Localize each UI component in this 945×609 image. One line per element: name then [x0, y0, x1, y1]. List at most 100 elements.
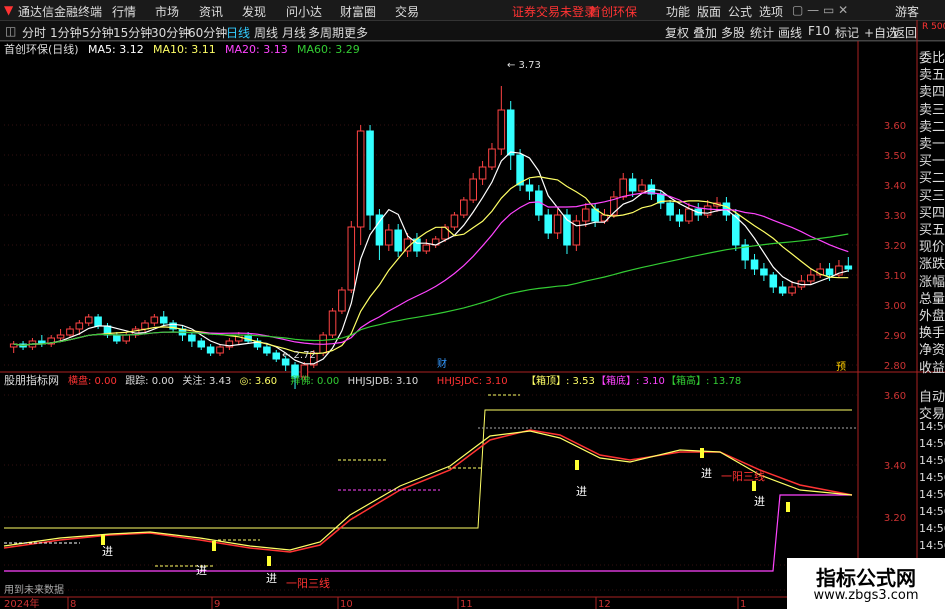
candle-body: [206, 346, 215, 354]
candle-body: [478, 166, 487, 180]
candle-body: [159, 316, 168, 324]
candle-body: [460, 199, 468, 216]
y-tick-top-5: 3.10: [884, 271, 906, 282]
candle-body: [788, 286, 796, 294]
y-tick-bottom-0: 3.60: [884, 391, 906, 402]
y-tick-bottom-2: 3.20: [884, 513, 906, 524]
box-top-line: [4, 409, 852, 529]
sidebar-item-8: 买三: [919, 188, 945, 204]
signal-bar: [267, 556, 271, 566]
indicator-lines: [3, 394, 858, 572]
indicator-legend-8: 【箱底】: 3.10: [596, 374, 665, 387]
finance-marker-icon[interactable]: 财: [437, 357, 447, 370]
sidebar-item-18: 收益: [919, 360, 945, 376]
sidebar-item-17: 净资: [919, 343, 945, 359]
candle-body: [263, 346, 271, 354]
candle-body: [75, 322, 84, 330]
candle-body: [122, 334, 131, 342]
candle-body: [825, 268, 834, 276]
signal-bar: [101, 535, 105, 545]
candle-body: [628, 178, 637, 192]
candle-body: [394, 229, 402, 252]
enter-signal-label: 进: [102, 545, 113, 558]
forecast-marker-icon[interactable]: 预: [836, 361, 846, 373]
sidebar-item-13: 涨幅: [919, 274, 945, 290]
sidebar-item-15: 外盘: [919, 309, 945, 324]
sidebar-item-11: 现价: [919, 240, 945, 256]
chart-area: 3.60 3.50 3.40 3.30 3.20 3.10 3.00 2.90 2.80 3.60…: [0, 20, 945, 609]
candle-body: [750, 259, 759, 270]
candle-body: [516, 154, 524, 186]
sidebar-item-3: 卖三: [919, 102, 945, 118]
indicator-title: 股朋指标网: [4, 373, 59, 387]
candle-body: [844, 265, 853, 270]
candle-body: [84, 316, 93, 324]
candle-body: [56, 334, 65, 339]
signal-bar: [575, 460, 579, 470]
candle-body: [807, 274, 815, 282]
candle-body: [497, 109, 506, 150]
candle-body: [347, 226, 356, 291]
candle-body: [422, 244, 431, 252]
low-price-label: ← 2.72: [282, 350, 316, 361]
y-tick-top-1: 3.50: [884, 151, 906, 162]
candle-body: [197, 340, 206, 348]
candle-body: [113, 334, 121, 342]
indicator-legend-4: 拜佛: 0.00: [290, 374, 339, 387]
candle-body: [356, 130, 365, 228]
y-tick-bottom-1: 3.40: [884, 461, 906, 472]
indicator-legend-6: HHJSJDC: 3.10: [437, 376, 508, 387]
high-price-label: ← 3.73: [507, 60, 541, 71]
candle-body: [188, 334, 196, 342]
x-axis-month-2: 10: [340, 599, 353, 609]
candle-body: [685, 208, 693, 222]
sidebar-item-9: 买四: [919, 205, 945, 221]
sidebar-bottom-item-5: 14:56: [919, 471, 945, 484]
pattern-label: 一阳三线: [721, 469, 765, 483]
sidebar-item-16: 换手: [919, 326, 945, 342]
ma-legend-2: MA20: 3.13: [225, 43, 288, 56]
sidebar-bottom-item-9: 14:56: [919, 539, 945, 552]
candle-body: [525, 184, 534, 192]
sidebar-item-2: 卖四: [919, 85, 945, 101]
x-axis-month-4: 12: [598, 599, 611, 609]
ma-legend-3: MA60: 3.29: [297, 43, 360, 56]
watermark: 指标公式网 www.zbgs3.com: [787, 558, 945, 609]
sidebar-bottom-item-8: 14:56: [919, 522, 945, 535]
enter-signal-label: 进: [266, 572, 277, 585]
enter-signal-label: 进: [701, 467, 712, 480]
indicator-legend-5: HHJSJDB: 3.10: [348, 376, 419, 387]
ma20-line: [13, 192, 849, 347]
indicator-legend-3: ◎: 3.60: [240, 376, 278, 387]
sidebar-bottom-item-6: 14:56: [919, 488, 945, 501]
y-tick-top-2: 3.40: [884, 181, 906, 192]
ma-legend-1: MA10: 3.11: [153, 43, 216, 56]
candle-body: [778, 286, 787, 294]
y-tick-top-6: 3.00: [884, 301, 906, 312]
candle-body: [581, 208, 590, 222]
candle-body: [272, 352, 281, 360]
watermark-title: 指标公式网: [816, 566, 916, 590]
sidebar-item-7: 买二: [919, 171, 945, 187]
candle-body: [66, 328, 74, 336]
candle-body: [366, 130, 374, 216]
pattern-label: 一阳三线: [286, 576, 330, 590]
x-axis-month-5: 1: [740, 599, 746, 609]
candle-body: [506, 109, 515, 156]
indicator-legend-2: 关注: 3.43: [182, 374, 231, 387]
candle-body: [469, 178, 477, 201]
future-data-note: 用到未来数据: [4, 583, 64, 596]
chart-title: 首创环保(日线): [4, 42, 79, 56]
sidebar-bottom-item-2: 14:56: [919, 420, 945, 433]
ma-legend-0: MA5: 3.12: [88, 43, 144, 56]
watermark-url: www.zbgs3.com: [813, 588, 919, 603]
x-axis-month-3: 11: [460, 599, 473, 609]
candle-body: [553, 214, 562, 234]
sidebar-item-5: 卖一: [919, 137, 945, 152]
candle-body: [141, 322, 149, 330]
sidebar-item-6: 买一: [919, 154, 945, 170]
candle-body: [150, 316, 159, 324]
x-axis-year: 2024年: [4, 597, 39, 609]
y-tick-top-3: 3.30: [884, 211, 906, 222]
sidebar-bottom-item-4: 14:56: [919, 454, 945, 467]
